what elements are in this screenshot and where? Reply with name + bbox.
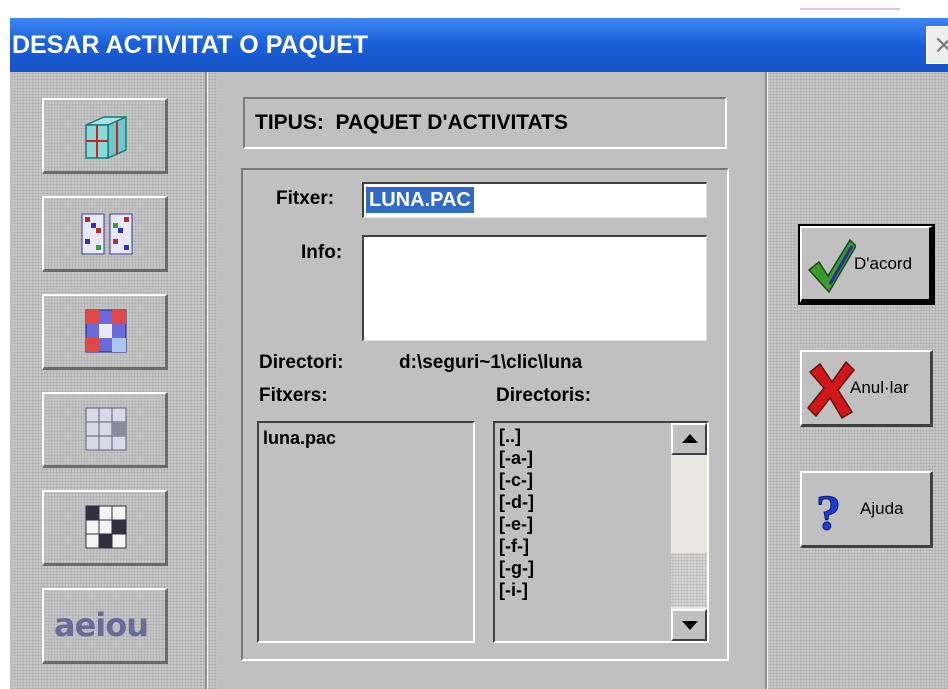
puzzle-pair-icon: [81, 213, 133, 255]
directory-list-item[interactable]: [-i-]: [495, 579, 669, 601]
files-listbox[interactable]: luna.pac: [257, 421, 475, 643]
file-label: Fitxer:: [276, 188, 335, 209]
arrow-up-icon: [682, 434, 698, 443]
dialog-client-area: aeiou TIPUS: PAQUET D'ACTIVITATS Fitxer:…: [10, 72, 948, 689]
help-button[interactable]: ? Ajuda: [800, 471, 933, 548]
directory-list-item[interactable]: [-d-]: [495, 491, 669, 513]
directory-label: Directori:: [259, 352, 344, 373]
file-name-input[interactable]: LUNA.PAC: [362, 182, 707, 218]
info-label: Info:: [301, 242, 343, 263]
help-label: Ajuda: [860, 499, 904, 518]
window-title: DESAR ACTIVITAT O PAQUET: [12, 31, 369, 59]
decor-line: [800, 8, 900, 10]
cancel-label: Anul·lar: [850, 378, 909, 397]
text-activity-icon: aeiou: [54, 606, 149, 644]
type-box: TIPUS: PAQUET D'ACTIVITATS: [243, 97, 727, 149]
scroll-up-button[interactable]: [671, 423, 707, 455]
svg-text:?: ?: [816, 484, 841, 540]
directory-list-item[interactable]: [-g-]: [495, 557, 669, 579]
crossword-icon: [85, 505, 127, 549]
arrow-down-icon: [682, 621, 698, 630]
cancel-button[interactable]: Anul·lar: [800, 350, 933, 427]
directory-value: d:\seguri~1\clic\luna: [399, 352, 583, 373]
exchange-puzzle-tool-button[interactable]: [42, 294, 168, 370]
directories-label: Directoris:: [496, 385, 592, 406]
directory-list-item[interactable]: [..]: [495, 425, 669, 447]
file-list-item[interactable]: luna.pac: [259, 427, 473, 450]
directory-list-item[interactable]: [-c-]: [495, 469, 669, 491]
hole-puzzle-icon: [85, 407, 127, 451]
type-text: TIPUS: PAQUET D'ACTIVITATS: [255, 111, 568, 134]
scroll-down-button[interactable]: [671, 609, 707, 641]
title-bar[interactable]: DESAR ACTIVITAT O PAQUET ×: [10, 18, 948, 72]
scroll-thumb[interactable]: [671, 553, 707, 607]
file-name-value: LUNA.PAC: [366, 187, 474, 213]
package-tool-button[interactable]: [42, 98, 168, 174]
close-button[interactable]: ×: [926, 26, 948, 64]
ok-label: D'acord: [854, 254, 913, 273]
directories-scrollbar[interactable]: [671, 423, 707, 641]
puzzle-pair-tool-button[interactable]: [42, 196, 168, 272]
directory-list-item[interactable]: [-e-]: [495, 513, 669, 535]
right-divider: [765, 72, 768, 689]
desktop-top-strip: [0, 0, 948, 18]
directories-listbox[interactable]: [..] [-a-] [-c-] [-d-] [-e-] [-f-] [-g-] [-i-]: [493, 421, 709, 643]
exchange-puzzle-icon: [85, 309, 127, 353]
directory-list-item[interactable]: [-f-]: [495, 535, 669, 557]
left-divider: [205, 72, 208, 689]
checkmark-icon: [807, 238, 856, 294]
crossword-tool-button[interactable]: [42, 490, 168, 566]
ok-button[interactable]: D'acord: [798, 224, 935, 305]
text-activity-tool-button[interactable]: aeiou: [42, 588, 168, 664]
info-textarea[interactable]: [362, 235, 707, 341]
directories-list: [..] [-a-] [-c-] [-d-] [-e-] [-f-] [-g-] [-i-]: [495, 423, 669, 641]
files-list: luna.pac: [259, 423, 473, 450]
question-mark-icon: ?: [816, 484, 842, 541]
directory-list-item[interactable]: [-a-]: [495, 447, 669, 469]
files-label: Fitxers:: [259, 385, 328, 406]
x-mark-icon: [806, 360, 856, 420]
package-icon: [85, 115, 127, 160]
hole-puzzle-tool-button[interactable]: [42, 392, 168, 468]
